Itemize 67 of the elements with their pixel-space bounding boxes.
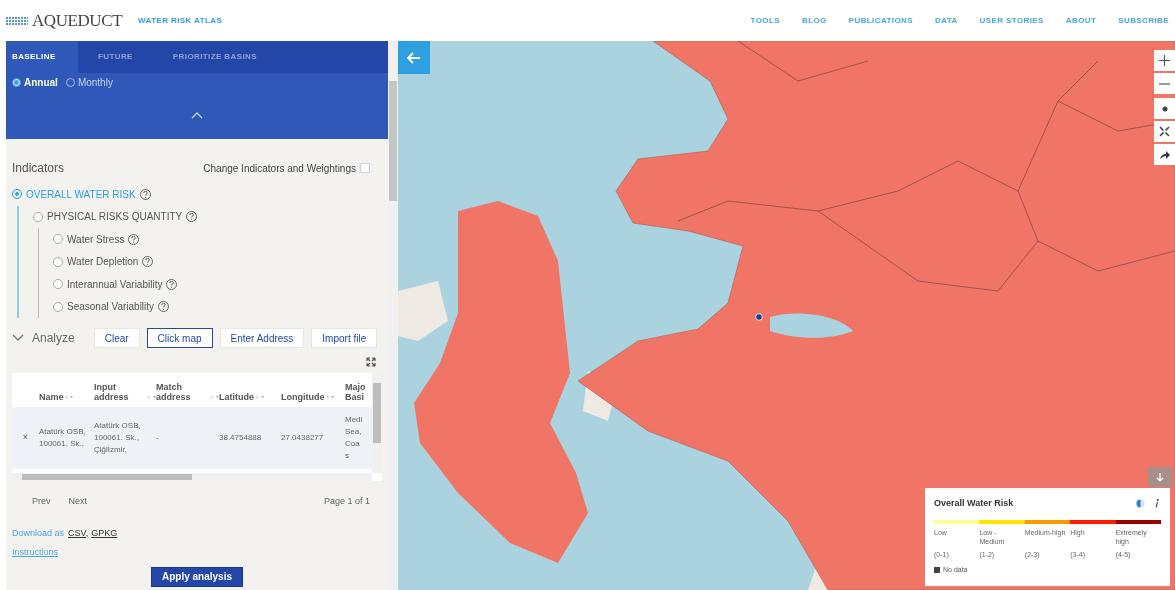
collapse-chevron-icon[interactable]: [191, 110, 203, 119]
apply-analysis-button[interactable]: Apply analysis: [151, 566, 243, 587]
fullscreen-icon: [1159, 126, 1170, 137]
page-indicator: Page 1 of 1: [323, 495, 370, 508]
indicator-label[interactable]: Water Stress: [67, 231, 125, 247]
logo-text[interactable]: AQUEDUCT: [32, 7, 123, 34]
download-format-link[interactable]: CSV,: [68, 526, 89, 540]
legend-title: Overall Water Risk: [934, 497, 1014, 510]
indicator-label[interactable]: Water Depletion: [67, 254, 139, 270]
info-icon[interactable]: [1155, 499, 1159, 509]
next-link[interactable]: Next: [68, 495, 88, 509]
indicator-label[interactable]: Interannual Variability: [67, 276, 163, 292]
prev-link[interactable]: Prev: [32, 495, 51, 509]
contrast-icon[interactable]: [1136, 499, 1145, 509]
download-format-link[interactable]: GPKG: [91, 526, 118, 540]
dot-icon: [1161, 105, 1168, 112]
indicator-label[interactable]: PHYSICAL RISKS QUANTITY: [47, 209, 183, 225]
arrow-left-icon: [407, 51, 421, 64]
change-indicators-label: Change Indicators and Weightings: [203, 161, 356, 176]
chevron-icon[interactable]: [12, 334, 24, 342]
table-cell-text: Atatürk OSB, 100061. Sk., Çiğlİzmir,: [94, 420, 142, 456]
analyze-button[interactable]: Enter Address: [219, 328, 305, 348]
analyze-button[interactable]: Import file: [311, 328, 378, 348]
table-cell-text: Medi Sea, Coas: [345, 414, 364, 462]
logo-icon: [6, 15, 28, 26]
indicator-radio[interactable]: [12, 189, 22, 200]
column-header[interactable]: Longitude: [281, 392, 325, 402]
share-icon: [1159, 149, 1170, 160]
remove-row-button[interactable]: ×: [12, 431, 39, 445]
period-radio[interactable]: [12, 78, 21, 87]
column-header[interactable]: Match address: [156, 382, 210, 402]
locate-button[interactable]: [1154, 98, 1175, 119]
share-button[interactable]: [1154, 144, 1175, 165]
download-icon: [1156, 472, 1164, 482]
table-cell-text: 27.0438277: [281, 432, 325, 444]
period-label: Annual: [24, 76, 58, 90]
zoom-in-button[interactable]: [1154, 50, 1175, 71]
tab[interactable]: BASELINE: [6, 41, 78, 73]
download-label: Download as: [12, 526, 65, 540]
location-pin-icon[interactable]: [755, 313, 763, 321]
indicator-radio[interactable]: [33, 211, 43, 222]
analyze-button[interactable]: Click map: [146, 328, 213, 348]
indicator-radio[interactable]: [53, 279, 63, 290]
change-indicators-checkbox[interactable]: [360, 163, 370, 173]
column-header[interactable]: Majo Basi: [345, 382, 367, 402]
analyze-button[interactable]: Clear: [93, 328, 140, 348]
no-data-swatch: [934, 566, 940, 573]
indicator-radio[interactable]: [53, 234, 63, 245]
expand-icon[interactable]: [366, 357, 376, 367]
table-cell-text: Atatürk OSB, 100061. Sk.,: [39, 426, 87, 450]
fullscreen-button[interactable]: [1154, 121, 1175, 142]
table-cell-text: -: [156, 432, 160, 444]
period-label: Monthly: [77, 76, 113, 90]
column-header[interactable]: Input address: [94, 382, 147, 402]
section-title: Analyze: [32, 330, 75, 347]
vertical-scrollbar[interactable]: [372, 373, 382, 473]
column-header[interactable]: Name: [39, 392, 64, 402]
section-title: Indicators: [12, 160, 65, 177]
site-subtitle: WATER RISK ATLAS: [138, 14, 223, 27]
indicator-label[interactable]: Seasonal Variability: [67, 299, 155, 315]
column-header[interactable]: Latitude: [219, 392, 254, 402]
indicator-radio[interactable]: [53, 301, 63, 312]
indicator-radio[interactable]: [53, 256, 63, 267]
table-cell-text: 38.4754888: [219, 432, 263, 444]
plus-icon: [1159, 55, 1170, 66]
minus-icon: [1159, 82, 1170, 85]
collapse-panel-button[interactable]: [398, 41, 430, 74]
